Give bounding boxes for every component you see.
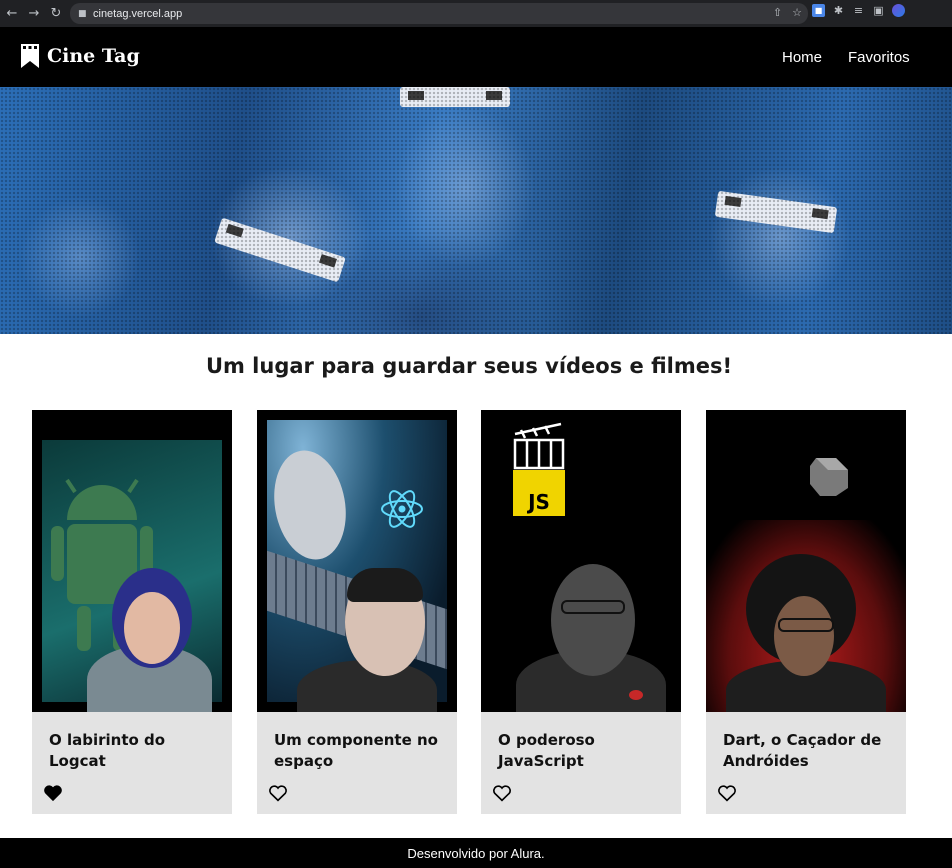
dart-logo-icon (810, 458, 848, 496)
hero-banner-image (0, 87, 952, 334)
share-icon[interactable]: ⇧ (773, 6, 782, 19)
back-arrow-icon[interactable]: ← (2, 4, 22, 24)
page-tagline: Um lugar para guardar seus vídeos e film… (205, 354, 733, 378)
video-card[interactable]: Dart, o Caçador de Andróides (706, 410, 906, 814)
presenter-face (774, 596, 834, 676)
video-thumbnail[interactable] (706, 410, 906, 712)
bookmark-star-icon[interactable]: ☆ (792, 6, 802, 19)
heart-outline-icon[interactable] (717, 784, 737, 802)
browser-toolbar: ← → ↻ ■ cinetag.vercel.app ⇧ ☆ ■ ✱ ≡ ▣ (0, 0, 952, 27)
halftone-overlay (0, 87, 952, 334)
video-thumbnail[interactable] (32, 410, 232, 712)
heart-outline-icon[interactable] (268, 784, 288, 802)
puzzle-icon[interactable]: ✱ (832, 4, 845, 17)
lock-icon: ■ (78, 9, 87, 19)
reading-list-icon[interactable]: ≡ (852, 4, 865, 17)
card-title: Dart, o Caçador de Andróides (723, 731, 882, 770)
card-title: O labirinto do Logcat (49, 731, 166, 770)
video-card[interactable]: JS O poderoso JavaScript (481, 410, 681, 814)
video-thumbnail[interactable] (257, 410, 457, 712)
card-title: O poderoso JavaScript (498, 731, 595, 770)
footer-text: Desenvolvido por Alura. (407, 845, 545, 861)
url-text: cinetag.vercel.app (93, 7, 183, 20)
video-thumbnail[interactable]: JS (481, 410, 681, 712)
react-logo-icon (381, 490, 423, 528)
javascript-badge: JS (513, 470, 565, 516)
card-title: Um componente no espaço (274, 731, 438, 770)
bookmark-logo-icon (21, 44, 39, 68)
site-footer: Desenvolvido por Alura. (0, 838, 952, 868)
address-bar[interactable]: ■ cinetag.vercel.app ⇧ ☆ (70, 3, 808, 24)
clapperboard-icon (513, 422, 565, 470)
video-cards-list: O labirinto do Logcat Um componente no e… (32, 410, 912, 814)
heart-filled-icon[interactable] (43, 784, 63, 802)
extension-icon[interactable]: ■ (812, 4, 825, 17)
nav-favoritos-link[interactable]: Favoritos (848, 49, 910, 66)
nav-home-link[interactable]: Home (782, 49, 822, 66)
presenter-face (551, 564, 635, 676)
reload-icon[interactable]: ↻ (46, 4, 66, 24)
profile-avatar[interactable] (892, 4, 905, 17)
side-panel-icon[interactable]: ▣ (872, 4, 885, 17)
video-card[interactable]: Um componente no espaço (257, 410, 457, 814)
video-card[interactable]: O labirinto do Logcat (32, 410, 232, 814)
logo-text: Cine Tag (47, 45, 140, 67)
site-header: Cine Tag Home Favoritos (0, 27, 952, 87)
heart-outline-icon[interactable] (492, 784, 512, 802)
presenter-face (124, 592, 180, 664)
logo[interactable]: Cine Tag (21, 44, 140, 68)
forward-arrow-icon[interactable]: → (24, 4, 44, 24)
